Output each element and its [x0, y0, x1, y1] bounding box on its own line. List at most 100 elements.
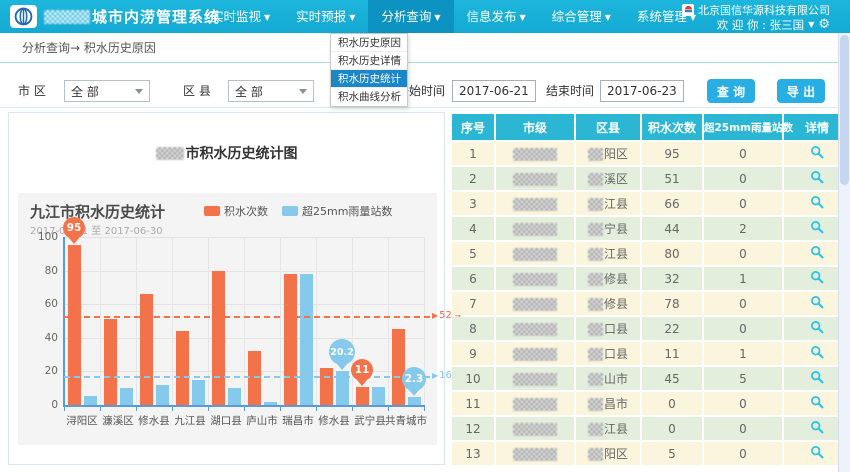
bar-series-1 [372, 387, 385, 405]
scrollbar-thumb[interactable] [840, 35, 849, 185]
nav-item-4[interactable]: 综合管理▼ [539, 0, 624, 33]
magnifier-icon[interactable] [810, 295, 824, 312]
cell-no: 4 [452, 217, 494, 240]
cell-count: 51 [642, 167, 702, 190]
x-axis-tick [424, 407, 425, 411]
breadcrumb: 分析查询→ 积水历史原因 [22, 33, 156, 63]
district-redacted-prefix [588, 173, 603, 186]
company-line: 北京国信华源科技有限公司 [682, 2, 830, 17]
bar-series-0 [392, 329, 405, 405]
magnifier-icon[interactable] [810, 270, 824, 287]
cell-count: 80 [642, 242, 702, 265]
district-select[interactable]: 全 部 [228, 80, 314, 102]
magnifier-icon[interactable] [810, 370, 824, 387]
menu-item-2[interactable]: 积水历史统计 [331, 70, 407, 88]
magnifier-icon[interactable] [810, 245, 824, 262]
magnifier-icon[interactable] [810, 195, 824, 212]
cell-detail [784, 442, 838, 465]
x-axis-tick [208, 407, 209, 411]
nav-item-3[interactable]: 信息发布▼ [454, 0, 539, 33]
magnifier-icon[interactable] [810, 320, 824, 337]
query-button[interactable]: 查 询 [707, 79, 755, 103]
average-line [64, 316, 430, 318]
chevron-down-icon: ▼ [264, 1, 270, 34]
magnifier-icon[interactable] [810, 395, 824, 412]
balloon-marker: 20.2 [329, 339, 355, 365]
grid-line [208, 237, 209, 405]
magnifier-icon[interactable] [810, 220, 824, 237]
city-redacted [513, 223, 557, 236]
chevron-down-icon: ▼ [349, 1, 355, 34]
table-row: 13阳区50 [452, 442, 838, 465]
magnifier-icon[interactable] [810, 170, 824, 187]
cell-stations: 1 [704, 267, 782, 290]
panel-title-redacted-prefix [156, 147, 184, 160]
start-date-input[interactable] [452, 80, 536, 102]
table-row: 11昌市00 [452, 392, 838, 415]
cell-detail [784, 292, 838, 315]
district-redacted-prefix [588, 348, 603, 361]
magnifier-icon[interactable] [810, 345, 824, 362]
city-redacted [513, 373, 557, 386]
user-menu[interactable]: 欢 迎 你 : 张三国 ▼ ⚙ [682, 17, 830, 32]
district-redacted-prefix [588, 448, 603, 461]
x-category-label: 武宁县 [354, 413, 386, 428]
menu-item-0[interactable]: 积水历史原因 [331, 34, 407, 52]
x-axis-tick [388, 407, 389, 411]
cell-no: 6 [452, 267, 494, 290]
district-redacted-prefix [588, 398, 603, 411]
table-row: 2溪区510 [452, 167, 838, 190]
end-date-input[interactable] [600, 80, 684, 102]
magnifier-icon[interactable] [810, 445, 824, 462]
end-date-label: 结束时间 [546, 80, 594, 102]
x-axis-tick [100, 407, 101, 411]
chevron-down-icon: ▼ [434, 1, 440, 34]
bar-series-1 [408, 397, 421, 405]
export-button[interactable]: 导 出 [777, 79, 825, 103]
x-category-label: 修水县 [318, 413, 350, 428]
bar-series-0 [140, 294, 153, 405]
menu-item-1[interactable]: 积水历史详情 [331, 52, 407, 70]
nav-item-label: 分析查询 [381, 9, 431, 24]
city-redacted [513, 448, 557, 461]
nav-item-label: 系统管理 [637, 9, 687, 24]
bar-series-1 [120, 388, 133, 405]
nav-item-2[interactable]: 分析查询▼ [368, 0, 453, 33]
x-category-label: 庐山市 [246, 413, 278, 428]
cell-district: 江县 [576, 192, 640, 215]
bar-series-1 [228, 388, 241, 405]
cell-district: 口县 [576, 342, 640, 365]
district-filter-label: 区 县 [183, 80, 211, 102]
city-select[interactable]: 全 部 [64, 80, 150, 102]
nav-item-label: 实时监视 [211, 9, 261, 24]
chart-panel: 市积水历史统计图 九江市积水历史统计 2017-06-21 至 2017-06-… [8, 112, 445, 465]
header-right: 北京国信华源科技有限公司 欢 迎 你 : 张三国 ▼ ⚙ [682, 2, 830, 32]
magnifier-icon[interactable] [810, 145, 824, 162]
nav-item-0[interactable]: 实时监视▼ [198, 0, 283, 33]
cell-city [496, 267, 574, 290]
cell-stations: 0 [704, 242, 782, 265]
x-category-label: 九江县 [174, 413, 206, 428]
cell-district: 修县 [576, 292, 640, 315]
bar-series-1 [192, 380, 205, 405]
top-header-bar: 城市内涝管理系统 实时监视▼实时预报▼分析查询▼信息发布▼综合管理▼系统管理▼ … [0, 0, 850, 33]
vertical-scrollbar[interactable] [838, 33, 850, 472]
app-title: 城市内涝管理系统 [44, 0, 220, 33]
menu-item-3[interactable]: 积水曲线分析 [331, 88, 407, 106]
cell-district: 口县 [576, 317, 640, 340]
x-category-label: 湖口县 [210, 413, 242, 428]
magnifier-icon[interactable] [810, 420, 824, 437]
cell-city [496, 142, 574, 165]
arrow-right-icon: ▶ [432, 311, 438, 320]
gear-icon[interactable]: ⚙ [818, 18, 830, 31]
city-redacted [513, 348, 557, 361]
nav-item-1[interactable]: 实时预报▼ [283, 0, 368, 33]
cell-city [496, 342, 574, 365]
cell-district: 山市 [576, 367, 640, 390]
app-logo-icon [10, 5, 37, 28]
cell-count: 0 [642, 417, 702, 440]
x-category-label: 浔阳区 [66, 413, 98, 428]
grid-line [352, 237, 353, 405]
table-row: 3江县660 [452, 192, 838, 215]
welcome-text: 欢 迎 你 : 张三国 [717, 17, 805, 33]
